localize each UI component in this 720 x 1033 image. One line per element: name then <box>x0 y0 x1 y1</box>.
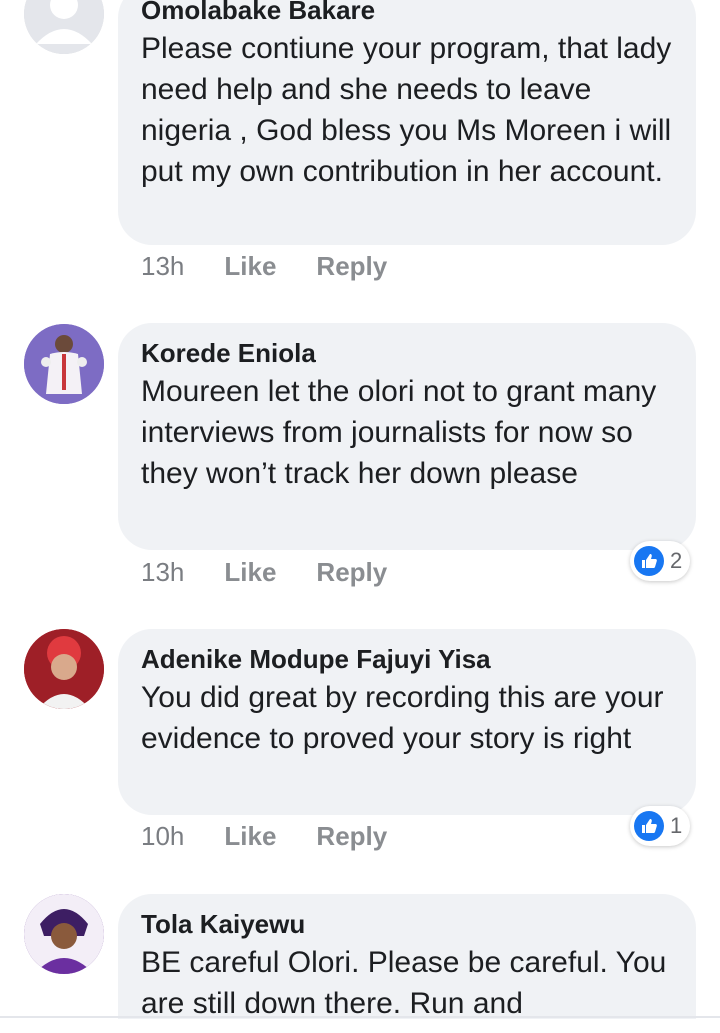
comment-author[interactable]: Korede Eniola <box>141 337 672 369</box>
profile-photo-icon <box>24 629 104 709</box>
comment-text: You did great by recording this are your… <box>141 681 664 755</box>
comment-bubble: Tola Kaiyewu BE careful Olori. Please be… <box>118 894 696 1019</box>
comment-text: BE careful Olori. Please be careful. You… <box>141 946 667 1019</box>
profile-photo-icon <box>24 324 104 404</box>
reply-button[interactable]: Reply <box>316 557 387 588</box>
like-button[interactable]: Like <box>224 557 276 588</box>
avatar-default[interactable] <box>24 0 104 54</box>
reaction-count: 1 <box>670 813 683 838</box>
reply-button[interactable]: Reply <box>316 251 387 282</box>
avatar[interactable] <box>24 324 104 404</box>
comment-author[interactable]: Omolabake Bakare <box>141 0 672 26</box>
avatar[interactable] <box>24 629 104 709</box>
comment-actions: 13h Like Reply <box>141 552 427 592</box>
comment-bubble: Adenike Modupe Fajuyi Yisa You did great… <box>118 629 696 815</box>
comment-bubble: Korede Eniola Moureen let the olori not … <box>118 323 696 550</box>
comment-actions: 10h Like Reply <box>141 816 427 856</box>
profile-photo-icon <box>24 894 104 974</box>
thumbs-up-icon <box>634 546 664 576</box>
like-button[interactable]: Like <box>224 821 276 852</box>
thumbs-up-icon <box>634 811 664 841</box>
comment-actions: 13h Like Reply <box>141 246 427 286</box>
reaction-count: 2 <box>670 548 683 573</box>
comment-timestamp[interactable]: 13h <box>141 251 184 282</box>
reply-button[interactable]: Reply <box>316 821 387 852</box>
comment-timestamp[interactable]: 13h <box>141 557 184 588</box>
comment-author[interactable]: Tola Kaiyewu <box>141 908 672 940</box>
comment-text: Please contiune your program, that lady … <box>141 32 672 188</box>
reaction-summary[interactable]: 2 <box>630 541 691 581</box>
comment-text: Moureen let the olori not to grant many … <box>141 375 657 490</box>
reaction-summary[interactable]: 1 <box>630 806 691 846</box>
like-button[interactable]: Like <box>224 251 276 282</box>
default-avatar-icon <box>24 0 104 54</box>
comment-bubble: Omolabake Bakare Please contiune your pr… <box>118 0 696 245</box>
comment-timestamp[interactable]: 10h <box>141 821 184 852</box>
divider <box>0 1016 720 1018</box>
comment-author[interactable]: Adenike Modupe Fajuyi Yisa <box>141 643 672 675</box>
avatar[interactable] <box>24 894 104 974</box>
